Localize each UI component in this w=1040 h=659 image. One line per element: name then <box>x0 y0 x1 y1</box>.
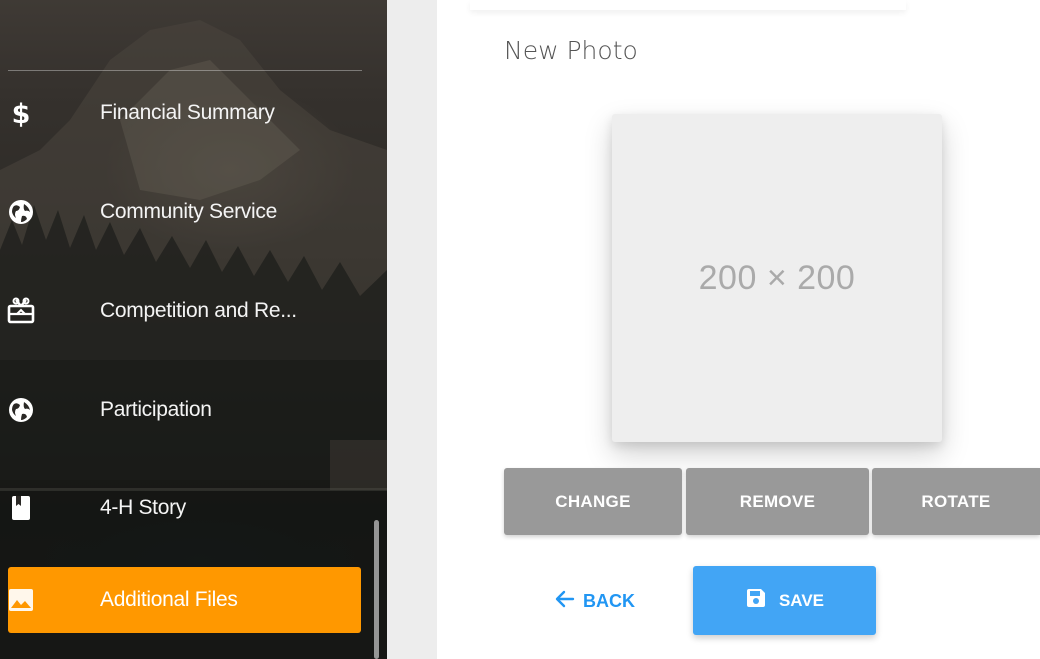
change-photo-button[interactable]: CHANGE <box>504 468 682 535</box>
sidebar-item-additional-files[interactable]: Additional Files <box>8 567 361 633</box>
bookmark-icon <box>4 493 38 523</box>
layout-gutter <box>387 0 437 659</box>
sidebar-scrollbar[interactable] <box>374 520 379 659</box>
save-label: SAVE <box>778 590 825 610</box>
back-button[interactable]: BACK <box>555 585 635 617</box>
globe-icon <box>4 395 38 425</box>
sidebar-item-label: 4-H Story <box>100 496 186 519</box>
dollar-icon: $ <box>4 98 38 128</box>
back-label: BACK <box>583 590 635 611</box>
rotate-photo-button[interactable]: ROTATE <box>872 468 1040 535</box>
sidebar-item-financial-summary[interactable]: $ Financial Summary <box>0 80 362 146</box>
card-top-edge <box>470 0 906 10</box>
sidebar-divider <box>8 70 362 71</box>
photo-placeholder: 200 × 200 <box>612 114 942 442</box>
page-title: New Photo <box>504 36 638 65</box>
sidebar: $ Financial Summary Community Service Co… <box>0 0 387 659</box>
sidebar-item-label: Competition and Re... <box>100 299 297 322</box>
globe-icon <box>4 197 38 227</box>
sidebar-item-participation[interactable]: Participation <box>0 377 362 443</box>
photo-editor-panel: New Photo 200 × 200 CHANGE REMOVE ROTATE… <box>437 0 1040 659</box>
save-button[interactable]: SAVE <box>693 566 876 635</box>
svg-text:$: $ <box>12 99 31 128</box>
sidebar-item-label: Additional Files <box>100 588 238 611</box>
sidebar-item-label: Participation <box>100 398 212 421</box>
sidebar-item-4h-story[interactable]: 4-H Story <box>0 475 362 541</box>
sidebar-item-competition[interactable]: Competition and Re... <box>0 278 362 344</box>
sidebar-item-label: Community Service <box>100 200 277 223</box>
sidebar-item-label: Financial Summary <box>100 101 275 124</box>
remove-photo-button[interactable]: REMOVE <box>686 468 869 535</box>
arrow-left-icon <box>555 590 575 613</box>
placeholder-size-text: 200 × 200 <box>698 258 856 297</box>
sidebar-item-community-service[interactable]: Community Service <box>0 179 362 245</box>
award-icon <box>4 296 38 326</box>
floppy-disk-icon <box>745 587 767 614</box>
image-icon <box>4 585 38 615</box>
